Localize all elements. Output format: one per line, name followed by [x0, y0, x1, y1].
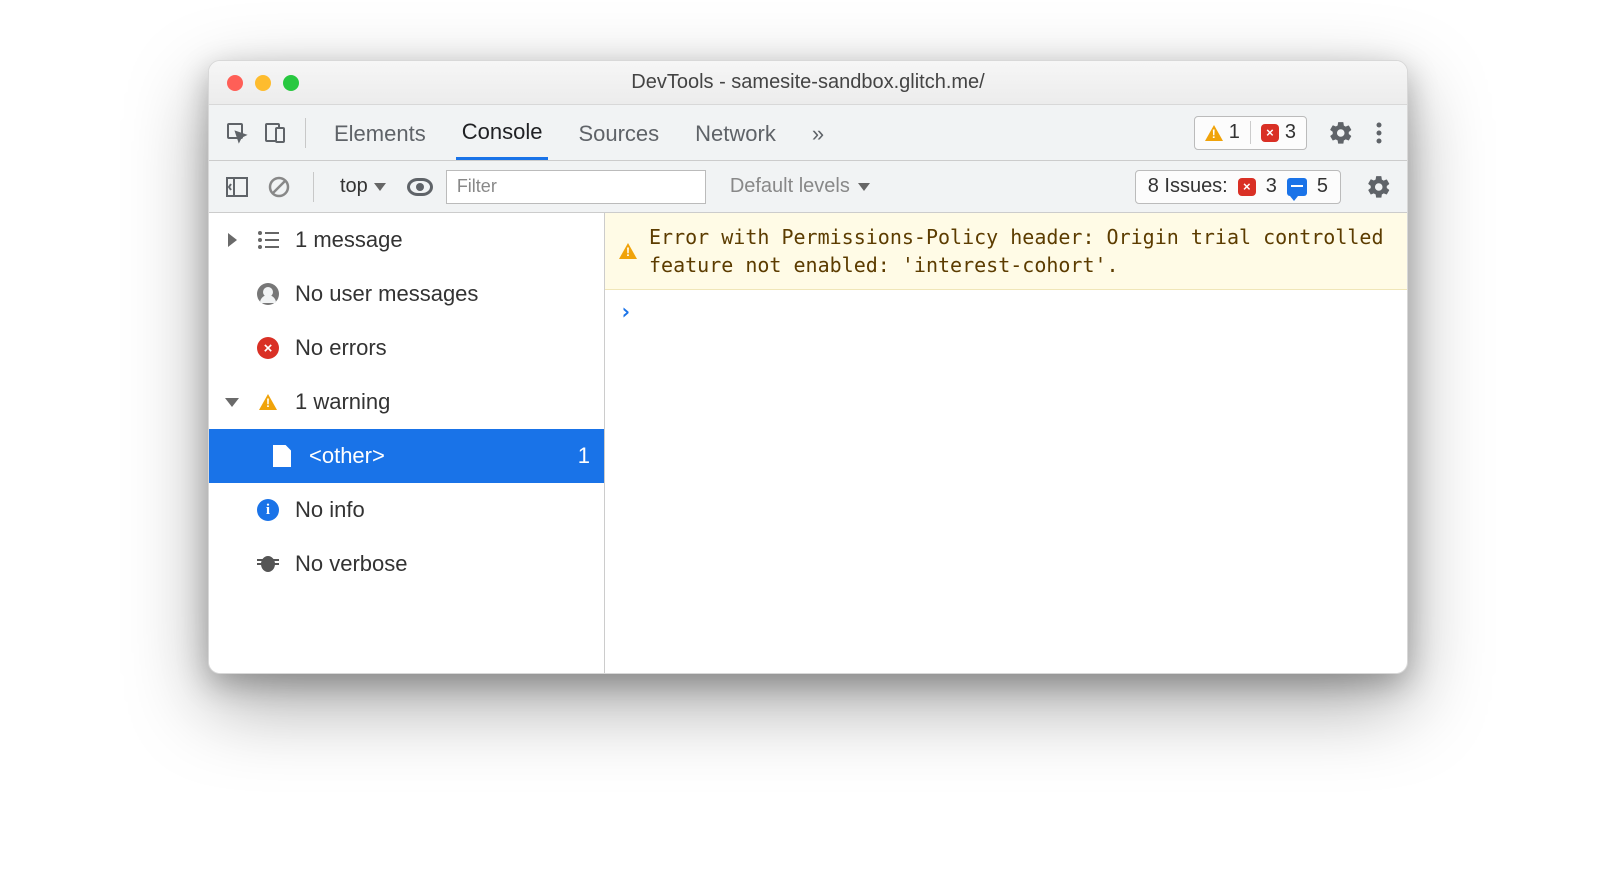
levels-label: Default levels: [730, 175, 850, 198]
traffic-lights: [227, 75, 299, 91]
sidebar-label: No verbose: [295, 551, 408, 577]
minimize-window-button[interactable]: [255, 75, 271, 91]
console-settings-icon[interactable]: [1363, 171, 1395, 203]
issues-label: 8 Issues:: [1148, 175, 1228, 198]
console-output: Error with Permissions-Policy header: Or…: [605, 213, 1407, 673]
log-levels-selector[interactable]: Default levels: [730, 175, 870, 198]
maximize-window-button[interactable]: [283, 75, 299, 91]
sidebar-label: No user messages: [295, 281, 478, 307]
caret-right-icon: [228, 233, 237, 247]
sidebar-item-errors[interactable]: × No errors: [209, 321, 604, 375]
sidebar-label: No info: [295, 497, 365, 523]
warnings-count: 1: [1229, 121, 1240, 144]
sidebar-label: <other>: [309, 443, 385, 469]
divider: [305, 118, 306, 148]
tab-console[interactable]: Console: [456, 105, 549, 160]
sidebar-item-other[interactable]: <other> 1: [209, 429, 604, 483]
caret-down-icon: [225, 398, 239, 407]
sidebar-item-messages[interactable]: 1 message: [209, 213, 604, 267]
clear-console-icon[interactable]: [263, 171, 295, 203]
warning-text: Error with Permissions-Policy header: Or…: [649, 223, 1393, 279]
console-toolbar: top Default levels 8 Issues: × 3 5: [209, 161, 1407, 213]
error-icon: ×: [1238, 178, 1256, 196]
issues-errors-count: 3: [1266, 175, 1277, 198]
sidebar-item-warnings[interactable]: 1 warning: [209, 375, 604, 429]
device-toolbar-icon[interactable]: [259, 117, 291, 149]
sidebar-label: 1 message: [295, 227, 403, 253]
tab-sources[interactable]: Sources: [572, 107, 665, 159]
message-icon: [1287, 178, 1307, 196]
live-expression-icon[interactable]: [404, 171, 436, 203]
dropdown-arrow-icon: [374, 183, 386, 191]
issues-messages-count: 5: [1317, 175, 1328, 198]
list-icon: [255, 231, 281, 249]
close-window-button[interactable]: [227, 75, 243, 91]
context-selector[interactable]: top: [332, 171, 394, 202]
sidebar-label: 1 warning: [295, 389, 390, 415]
file-icon: [269, 445, 295, 467]
console-sidebar: 1 message No user messages × No errors 1…: [209, 213, 605, 673]
chevron-right-icon: ›: [619, 300, 632, 325]
sidebar-item-verbose[interactable]: No verbose: [209, 537, 604, 591]
warning-icon: [255, 394, 281, 410]
devtools-window: DevTools - samesite-sandbox.glitch.me/ E…: [208, 60, 1408, 674]
dropdown-arrow-icon: [858, 183, 870, 191]
console-warning-message[interactable]: Error with Permissions-Policy header: Or…: [605, 213, 1407, 290]
panel-tabs: Elements Console Sources Network »: [328, 105, 830, 160]
errors-count: 3: [1285, 121, 1296, 144]
more-menu-icon[interactable]: [1363, 117, 1395, 149]
filter-input[interactable]: [446, 170, 706, 204]
user-icon: [255, 283, 281, 305]
tab-network[interactable]: Network: [689, 107, 782, 159]
tabs-overflow[interactable]: »: [806, 107, 830, 159]
window-title: DevTools - samesite-sandbox.glitch.me/: [209, 71, 1407, 94]
main-toolbar: Elements Console Sources Network » 1 × 3: [209, 105, 1407, 161]
toggle-sidebar-icon[interactable]: [221, 171, 253, 203]
warning-icon: [619, 223, 637, 279]
issues-button[interactable]: 8 Issues: × 3 5: [1135, 170, 1341, 204]
errors-warnings-badge[interactable]: 1 × 3: [1194, 116, 1307, 150]
error-icon: ×: [1261, 124, 1279, 142]
settings-icon[interactable]: [1325, 117, 1357, 149]
console-body: 1 message No user messages × No errors 1…: [209, 213, 1407, 673]
titlebar: DevTools - samesite-sandbox.glitch.me/: [209, 61, 1407, 105]
sidebar-item-user-messages[interactable]: No user messages: [209, 267, 604, 321]
inspect-element-icon[interactable]: [221, 117, 253, 149]
sidebar-item-info[interactable]: i No info: [209, 483, 604, 537]
console-prompt[interactable]: ›: [605, 290, 1407, 335]
tab-elements[interactable]: Elements: [328, 107, 432, 159]
warning-icon: [1205, 125, 1223, 141]
divider: [313, 172, 314, 202]
info-circle-icon: i: [255, 499, 281, 521]
context-label: top: [340, 175, 368, 198]
sidebar-label: No errors: [295, 335, 387, 361]
sidebar-count: 1: [578, 443, 590, 469]
error-circle-icon: ×: [255, 337, 281, 359]
bug-icon: [255, 553, 281, 575]
